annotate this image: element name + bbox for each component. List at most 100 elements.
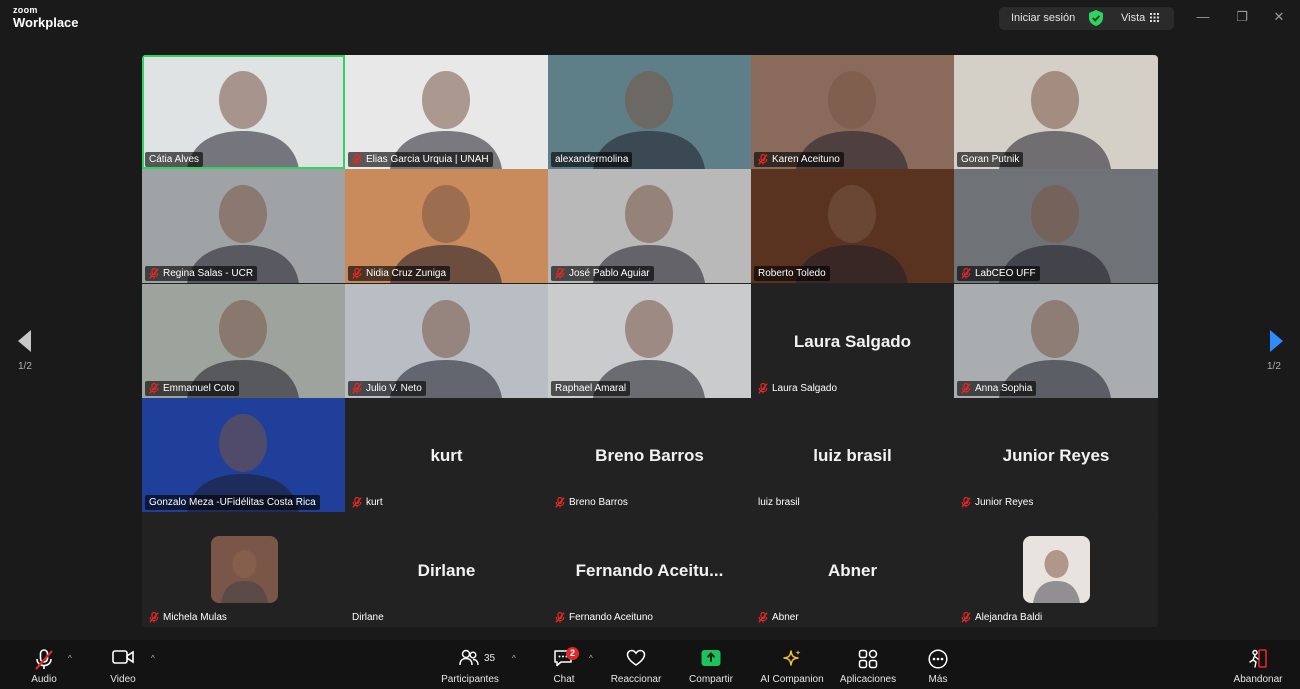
participant-name-text: Abner xyxy=(772,612,799,623)
ai-companion-button[interactable]: AI Companion xyxy=(756,640,828,689)
next-page-arrow-icon[interactable] xyxy=(1266,328,1286,354)
page-indicator-right: 1/2 xyxy=(1267,361,1281,372)
muted-mic-icon xyxy=(555,268,565,279)
logo-zoom-text: zoom xyxy=(13,5,38,15)
participant-tile[interactable]: Raphael Amaral xyxy=(548,284,751,398)
participant-name-text: Breno Barros xyxy=(569,497,628,508)
participant-tile[interactable]: Breno Barros Breno Barros xyxy=(548,398,751,512)
minimize-icon[interactable]: — xyxy=(1196,10,1210,24)
participant-tile[interactable]: kurt kurt xyxy=(345,398,548,512)
video-options-caret-icon[interactable]: ^ xyxy=(151,654,155,663)
participant-tile[interactable]: luiz brasil luiz brasil xyxy=(751,398,954,512)
participant-name-text: Roberto Toledo xyxy=(758,268,826,279)
participant-name-label: Emmanuel Coto xyxy=(145,381,239,396)
muted-mic-icon xyxy=(961,383,971,394)
participant-tile[interactable]: alexandermolina xyxy=(548,55,751,169)
participant-tile[interactable]: Emmanuel Coto xyxy=(142,284,345,398)
leave-meeting-icon xyxy=(1249,649,1267,668)
muted-mic-icon xyxy=(758,154,768,165)
participant-name-text: Julio V. Neto xyxy=(366,383,422,394)
apps-button[interactable]: Aplicaciones xyxy=(836,640,900,689)
participant-name-text: kurt xyxy=(366,497,383,508)
muted-mic-icon xyxy=(149,612,159,623)
participants-label: Participantes xyxy=(441,674,499,685)
video-stage: 1/2 1/2 Cátia Alves Elias Garcia Urquia |… xyxy=(0,38,1300,640)
participant-avatar xyxy=(211,536,278,603)
participant-name-text: Fernando Aceituno xyxy=(569,612,653,623)
audio-button[interactable]: Audio xyxy=(22,640,66,689)
muted-mic-icon xyxy=(352,268,362,279)
restore-icon[interactable]: ❐ xyxy=(1235,10,1249,24)
participant-tile[interactable]: LabCEO UFF xyxy=(954,169,1158,283)
muted-mic-icon xyxy=(149,383,159,394)
participant-display-name: kurt xyxy=(430,446,463,465)
previous-page-arrow-icon[interactable] xyxy=(15,328,35,354)
share-button[interactable]: Compartir xyxy=(684,640,738,689)
participant-name-label: Karen Aceituno xyxy=(754,152,844,167)
more-button[interactable]: Más xyxy=(918,640,958,689)
signin-link[interactable]: Iniciar sesión xyxy=(1011,12,1075,24)
participant-tile[interactable]: Abner Abner xyxy=(751,513,954,627)
react-button[interactable]: Reaccionar xyxy=(606,640,666,689)
participant-tile[interactable]: Karen Aceituno xyxy=(751,55,954,169)
leave-label: Abandonar xyxy=(1233,674,1283,685)
participant-name-text: Junior Reyes xyxy=(975,497,1034,508)
video-button[interactable]: Video xyxy=(102,640,144,689)
participant-tile[interactable]: Julio V. Neto xyxy=(345,284,548,398)
participant-name-text: Regina Salas - UCR xyxy=(163,268,254,279)
participant-name-text: José Pablo Aguiar xyxy=(569,268,650,279)
participant-name-text: Raphael Amaral xyxy=(555,383,627,394)
chat-button[interactable]: Chat xyxy=(544,640,584,689)
shield-check-icon[interactable] xyxy=(1089,10,1103,26)
participant-name-text: Karen Aceituno xyxy=(772,154,840,165)
participant-display-name: Breno Barros xyxy=(595,446,704,465)
participant-tile[interactable]: Regina Salas - UCR xyxy=(142,169,345,283)
participants-options-caret-icon[interactable]: ^ xyxy=(512,654,516,663)
microphone-muted-icon xyxy=(35,649,53,670)
participant-tile[interactable]: Nidia Cruz Zuniga xyxy=(345,169,548,283)
participant-name-label: Anna Sophia xyxy=(957,381,1037,396)
grid-view-icon[interactable] xyxy=(1150,13,1159,22)
participant-tile[interactable]: Laura Salgado Laura Salgado xyxy=(751,284,954,398)
muted-mic-icon xyxy=(758,383,768,394)
participant-tile[interactable]: Junior Reyes Junior Reyes xyxy=(954,398,1158,512)
audio-label: Audio xyxy=(31,674,57,685)
participant-name-label: Junior Reyes xyxy=(957,495,1037,510)
participant-tile[interactable]: Dirlane Dirlane xyxy=(345,513,548,627)
participant-tile[interactable]: Michela Mulas xyxy=(142,513,345,627)
participant-display-name: Dirlane xyxy=(417,561,476,580)
view-button[interactable]: Vista xyxy=(1121,12,1145,24)
participant-name-label: luiz brasil xyxy=(754,495,804,510)
participant-tile[interactable]: Gonzalo Meza -UFidélitas Costa Rica xyxy=(142,398,345,512)
participant-name-label: Gonzalo Meza -UFidélitas Costa Rica xyxy=(145,495,320,510)
react-label: Reaccionar xyxy=(610,674,662,685)
participant-name-label: Elias Garcia Urquia | UNAH xyxy=(348,152,493,167)
apps-label: Aplicaciones xyxy=(839,674,897,685)
participant-name-text: luiz brasil xyxy=(758,497,800,508)
gallery-grid: Cátia Alves Elias Garcia Urquia | UNAH ale… xyxy=(142,55,1158,627)
participant-tile[interactable]: Elias Garcia Urquia | UNAH xyxy=(345,55,548,169)
heart-react-icon xyxy=(626,649,646,666)
participants-button[interactable]: Participantes xyxy=(436,640,504,689)
close-icon[interactable]: ✕ xyxy=(1272,10,1286,24)
participant-tile[interactable]: Goran Putnik xyxy=(954,55,1158,169)
participant-tile[interactable]: Cátia Alves xyxy=(142,55,345,169)
participant-tile[interactable]: Alejandra Baldi xyxy=(954,513,1158,627)
participant-name-label: Alejandra Baldi xyxy=(957,610,1046,625)
participant-name-label: LabCEO UFF xyxy=(957,266,1040,281)
participant-tile[interactable]: José Pablo Aguiar xyxy=(548,169,751,283)
participant-tile[interactable]: Fernando Aceitu... Fernando Aceituno xyxy=(548,513,751,627)
participant-tile[interactable]: Anna Sophia xyxy=(954,284,1158,398)
participant-name-text: Gonzalo Meza -UFidélitas Costa Rica xyxy=(149,497,316,508)
chat-options-caret-icon[interactable]: ^ xyxy=(589,654,593,663)
participants-icon xyxy=(459,649,479,666)
muted-mic-icon xyxy=(352,383,362,394)
participant-tile[interactable]: Roberto Toledo xyxy=(751,169,954,283)
apps-icon xyxy=(858,649,878,669)
participant-name-label: Dirlane xyxy=(348,610,388,625)
leave-button[interactable]: Abandonar xyxy=(1226,640,1290,689)
participant-name-text: Emmanuel Coto xyxy=(163,383,235,394)
participant-name-text: Cátia Alves xyxy=(149,154,200,165)
audio-options-caret-icon[interactable]: ^ xyxy=(68,654,72,663)
chat-unread-badge: 2 xyxy=(566,647,579,660)
